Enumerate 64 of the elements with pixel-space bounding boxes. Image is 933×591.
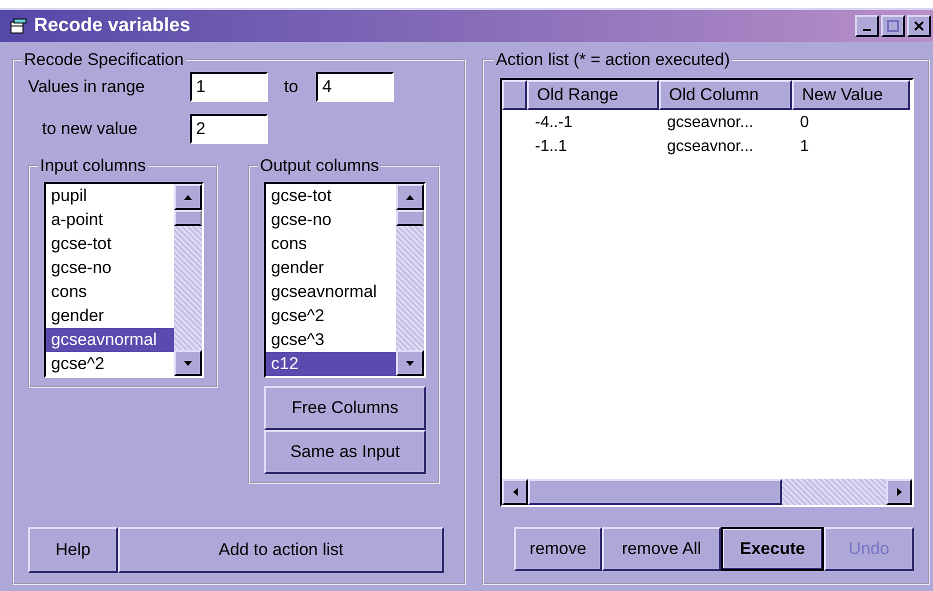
list-item[interactable]: gcse-tot xyxy=(46,232,174,256)
left-arrow-icon xyxy=(512,488,518,496)
dialog-button[interactable]: Free Columns xyxy=(264,386,426,430)
table-cell: gcseavnor... xyxy=(667,114,754,131)
scrollbar[interactable] xyxy=(174,184,202,376)
list-item[interactable]: gcse^2 xyxy=(46,352,174,376)
list-item[interactable]: gcse-no xyxy=(266,208,396,232)
table-cell: -4..-1 xyxy=(535,114,572,131)
list-item[interactable]: gender xyxy=(46,304,174,328)
group-title: Recode Specification xyxy=(23,50,185,70)
list-box[interactable]: pupil a-point gcse-tot gcse-no cons gender gcseavnormal gcse^2 xyxy=(44,182,204,378)
maximize-icon xyxy=(887,20,899,32)
list-item[interactable]: gcseavnormal xyxy=(46,328,174,352)
up-arrow-icon xyxy=(184,194,192,200)
down-arrow-icon xyxy=(406,360,414,366)
scroll-thumb[interactable] xyxy=(174,210,202,226)
list-item[interactable]: gcse-no xyxy=(46,256,174,280)
table-cell: 0 xyxy=(800,114,809,131)
group-title: Input columns xyxy=(39,156,147,176)
list-item[interactable]: gender xyxy=(266,256,396,280)
dialog-button[interactable]: Same as Input xyxy=(264,430,426,474)
field-label: Values in range xyxy=(28,77,146,97)
list-item[interactable]: gcseavnormal xyxy=(266,280,396,304)
group-title: Action list (* = action executed) xyxy=(495,50,731,70)
field-label: to xyxy=(284,77,298,97)
list-item[interactable]: gcse-tot xyxy=(266,184,396,208)
close-icon xyxy=(914,21,924,31)
dialog-button[interactable]: remove All xyxy=(602,527,721,571)
range-from-field[interactable]: 1 xyxy=(190,72,268,102)
scroll-thumb[interactable] xyxy=(528,479,782,505)
scroll-thumb[interactable] xyxy=(396,210,424,226)
header-cell xyxy=(502,80,527,110)
field-label: to new value xyxy=(42,119,138,139)
group-title: Output columns xyxy=(259,156,380,176)
new-value-field[interactable]: 2 xyxy=(190,114,268,144)
list-item[interactable]: gcse^2 xyxy=(266,304,396,328)
table-cell: 1 xyxy=(800,138,809,155)
list-box[interactable]: gcse-tot gcse-no cons gender gcseavnormal gcse^2 gcse^3 c12 xyxy=(264,182,426,378)
minimize-button[interactable] xyxy=(855,15,879,37)
column-header[interactable]: Old Range xyxy=(527,80,659,110)
scrollbar[interactable] xyxy=(502,479,912,505)
right-arrow-icon xyxy=(896,488,902,496)
window-title: Recode variables xyxy=(34,15,190,37)
list-item[interactable]: gcse^3 xyxy=(266,328,396,352)
dialog-button[interactable]: remove xyxy=(514,527,602,571)
list-item[interactable]: cons xyxy=(266,232,396,256)
dialog-button[interactable]: Execute xyxy=(721,527,824,571)
list-item[interactable]: pupil xyxy=(46,184,174,208)
list-item[interactable]: a-point xyxy=(46,208,174,232)
column-header[interactable]: New Value xyxy=(792,80,910,110)
close-button[interactable] xyxy=(907,15,931,37)
scrollbar[interactable] xyxy=(396,184,424,376)
down-arrow-icon xyxy=(184,360,192,366)
table-cell: -1..1 xyxy=(535,138,568,155)
up-arrow-icon xyxy=(406,194,414,200)
add-button[interactable]: Add to action list xyxy=(118,527,444,573)
window-icon xyxy=(10,18,28,34)
list-item[interactable]: cons xyxy=(46,280,174,304)
table-cell: gcseavnor... xyxy=(667,138,754,155)
minimize-icon xyxy=(863,29,871,31)
column-header[interactable]: Old Column xyxy=(659,80,792,110)
range-to-field[interactable]: 4 xyxy=(316,72,394,102)
list-item[interactable]: c12 xyxy=(266,352,396,376)
help-button[interactable]: Help xyxy=(28,527,118,573)
